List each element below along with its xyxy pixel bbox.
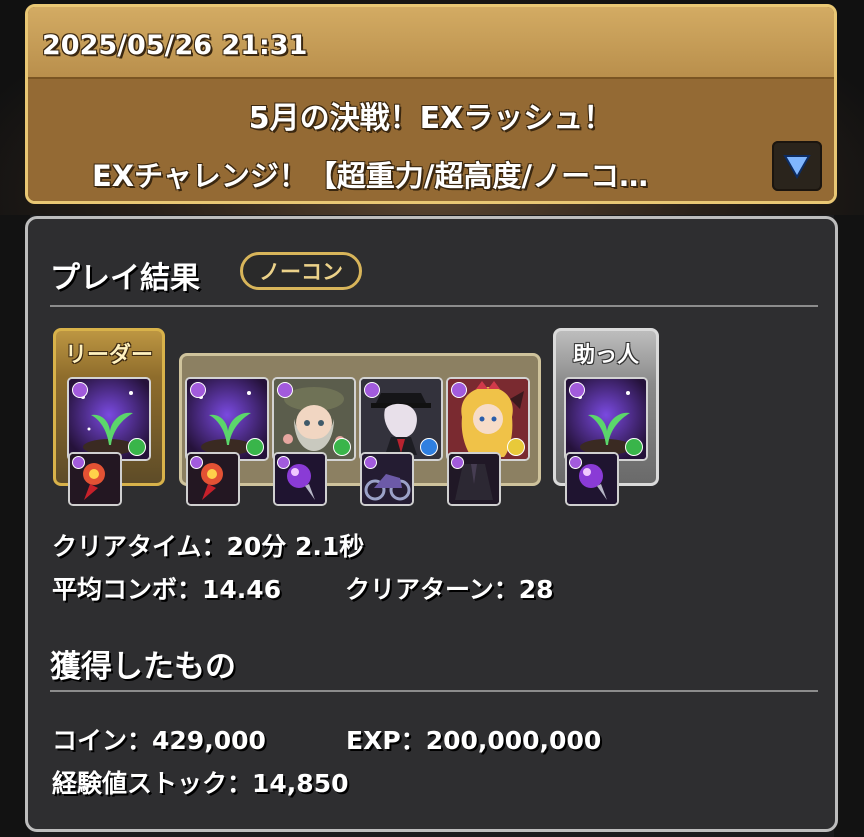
exp-stock-row: 経験値ストック：14,850	[52, 764, 349, 800]
expand-title-button[interactable]	[772, 141, 822, 191]
sub-monster-3[interactable]	[359, 377, 443, 461]
dark-attribute-icon	[190, 456, 203, 469]
wood-attribute-icon	[128, 438, 146, 456]
clear-time-row: クリアタイム：20分 2.1秒	[52, 527, 364, 563]
sub1-assist[interactable]	[186, 452, 240, 506]
exp-row: EXP：200,000,000	[346, 721, 601, 757]
water-attribute-icon	[420, 438, 438, 456]
no-continue-badge: ノーコン	[240, 252, 362, 290]
dark-attribute-icon	[72, 382, 88, 398]
helper-monster[interactable]	[564, 377, 648, 461]
dark-attribute-icon	[364, 382, 380, 398]
dark-attribute-icon	[72, 456, 85, 469]
helper-assist[interactable]	[565, 452, 619, 506]
coin-row: コイン：429,000	[52, 721, 266, 757]
coin-value: 429,000	[152, 726, 266, 755]
avg-combo-label: 平均コンボ：	[52, 575, 203, 604]
light-attribute-icon	[507, 438, 525, 456]
background-right	[834, 215, 864, 837]
play-result-title: プレイ結果	[50, 261, 200, 296]
divider	[50, 690, 818, 692]
sub3-assist[interactable]	[360, 452, 414, 506]
sub-monster-4[interactable]	[446, 377, 530, 461]
exp-stock-value: 14,850	[252, 769, 349, 798]
dark-attribute-icon	[190, 382, 206, 398]
divider	[50, 305, 818, 307]
leader-label: リーダー	[64, 343, 153, 368]
leader-assist[interactable]	[68, 452, 122, 506]
play-datetime: 2025/05/26 21:31	[42, 30, 308, 61]
rewards-title: 獲得したもの	[50, 649, 236, 685]
dark-attribute-icon	[277, 382, 293, 398]
avg-combo-row: 平均コンボ：14.46	[52, 570, 281, 606]
sub-monster-2[interactable]	[272, 377, 356, 461]
wood-attribute-icon	[625, 438, 643, 456]
sub-monster-1[interactable]	[185, 377, 269, 461]
clear-time-value: 20分 2.1秒	[226, 532, 365, 561]
helper-label: 助っ人	[572, 343, 639, 368]
exp-stock-label: 経験値ストック：	[52, 769, 253, 798]
dark-attribute-icon	[569, 382, 585, 398]
triangle-down-icon	[783, 155, 811, 179]
result-panel: プレイ結果 ノーコン リーダー 助っ人 クリアタイム：20分 2.1秒 平均コン…	[25, 216, 838, 832]
clear-turn-value: 28	[518, 575, 554, 604]
dungeon-title-line2: EXチャレンジ！【超重力/超高度/ノーコ…	[92, 159, 649, 193]
leader-monster[interactable]	[67, 377, 151, 461]
dungeon-header: 2025/05/26 21:31 5月の決戦！EXラッシュ！ EXチャレンジ！【…	[25, 4, 837, 204]
exp-value: 200,000,000	[425, 726, 602, 755]
dark-attribute-icon	[277, 456, 290, 469]
sub2-assist[interactable]	[273, 452, 327, 506]
clear-time-label: クリアタイム：	[52, 532, 227, 561]
dark-attribute-icon	[364, 456, 377, 469]
dark-attribute-icon	[451, 456, 464, 469]
dark-attribute-icon	[569, 456, 582, 469]
wood-attribute-icon	[246, 438, 264, 456]
coin-label: コイン：	[52, 726, 153, 755]
clear-turn-label: クリアターン：	[345, 575, 519, 604]
avg-combo-value: 14.46	[202, 575, 282, 604]
clear-turn-row: クリアターン：28	[345, 570, 554, 606]
wood-attribute-icon	[333, 438, 351, 456]
sub4-assist[interactable]	[447, 452, 501, 506]
exp-label: EXP：	[346, 726, 426, 755]
dark-attribute-icon	[451, 382, 467, 398]
dungeon-title-line1: 5月の決戦！EXラッシュ！	[248, 101, 614, 136]
